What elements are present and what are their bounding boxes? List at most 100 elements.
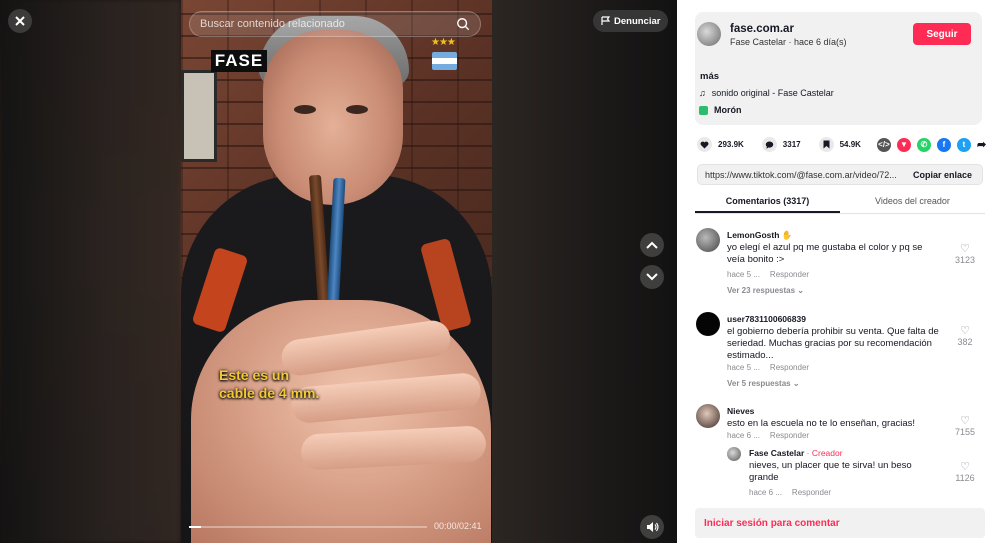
- video-caption: Este es un cable de 4 mm.: [219, 367, 320, 401]
- comment-meta: hace 5 ... Responder: [727, 363, 819, 372]
- details-panel: fase.com.ar Fase Castelar · hace 6 día(s…: [677, 0, 992, 543]
- search-input[interactable]: Buscar contenido relacionado: [189, 11, 481, 37]
- chevron-up-icon: [646, 241, 658, 249]
- bookmark-icon: [823, 140, 830, 149]
- chevron-down-icon: [646, 273, 658, 281]
- commenter-avatar[interactable]: [696, 404, 720, 428]
- embed-icon[interactable]: </>: [876, 137, 891, 152]
- volume-button[interactable]: [640, 515, 664, 539]
- comment-like-count: 3123: [954, 255, 976, 265]
- next-video-button[interactable]: [640, 265, 664, 289]
- location-pin-icon: [699, 105, 708, 115]
- comment-text: yo elegí el azul pq me gustaba el color …: [727, 242, 923, 265]
- commenter-avatar[interactable]: [696, 312, 720, 336]
- reply-button[interactable]: Responder: [770, 270, 809, 279]
- likes-count: 293.9K: [718, 140, 744, 149]
- comment-username[interactable]: Nieves: [727, 406, 754, 416]
- more-link[interactable]: más: [700, 71, 719, 82]
- stars-icon: ★★★: [431, 37, 456, 48]
- comments-count: 3317: [782, 140, 801, 149]
- comment-meta: hace 6 ... Responder: [727, 431, 819, 440]
- tab-comments[interactable]: Comentarios (3317): [695, 196, 840, 213]
- reply-like-count: 1126: [955, 473, 975, 483]
- video-progress-fill: [189, 526, 201, 528]
- copy-link-button[interactable]: Copiar enlace: [903, 170, 982, 180]
- comment-text: el gobierno debería prohibir su venta. Q…: [727, 326, 939, 361]
- reply-username[interactable]: Fase Castelar · Creador: [749, 448, 843, 458]
- reply-meta: hace 6 ... Responder: [749, 488, 841, 497]
- close-button[interactable]: [8, 9, 32, 33]
- report-button[interactable]: Denunciar: [593, 10, 669, 32]
- video-player[interactable]: [181, 0, 492, 543]
- login-to-comment-button[interactable]: Iniciar sesión para comentar: [695, 508, 985, 538]
- comment-button[interactable]: [761, 137, 777, 152]
- comment-time: hace 5 ...: [727, 270, 760, 279]
- comment-like-button[interactable]: ♡ 3123: [945, 242, 985, 265]
- close-icon: [15, 16, 25, 26]
- creator-avatar[interactable]: [727, 447, 741, 461]
- comment-text: esto en la escuela no te lo enseñan, gra…: [727, 418, 916, 429]
- heart-outline-icon: ♡: [960, 415, 970, 427]
- video-progress-bar[interactable]: [189, 526, 427, 528]
- heart-icon: [700, 141, 709, 149]
- reply-button[interactable]: Responder: [792, 488, 831, 497]
- comment-time: hace 5 ...: [727, 363, 760, 372]
- send-icon[interactable]: ▼: [896, 137, 911, 152]
- heart-outline-icon: ♡: [960, 461, 970, 473]
- comment-meta: hace 5 ... Responder: [727, 270, 819, 279]
- comment-like-count: 382: [957, 337, 973, 347]
- heart-outline-icon: ♡: [960, 325, 970, 337]
- video-blur-background-left: [0, 0, 181, 543]
- comment-like-button[interactable]: ♡ 7155: [945, 414, 985, 437]
- reply-text: nieves, un placer que te sirva! un beso …: [749, 460, 912, 483]
- commenter-avatar[interactable]: [696, 228, 720, 252]
- share-link-field[interactable]: https://www.tiktok.com/@fase.com.ar/vide…: [697, 164, 983, 185]
- flag-icon: [601, 16, 610, 25]
- person-eye-left: [294, 105, 316, 114]
- author-avatar[interactable]: [697, 22, 721, 46]
- reply-time: hace 6 ...: [749, 488, 782, 497]
- comment-like-count: 7155: [954, 427, 976, 437]
- reply-like-button[interactable]: ♡ 1126: [945, 460, 985, 483]
- sound-label: sonido original - Fase Castelar: [711, 88, 834, 98]
- whatsapp-icon[interactable]: ✆: [916, 137, 931, 152]
- comment-username[interactable]: LemonGosth ✋: [727, 230, 792, 241]
- search-placeholder: Buscar contenido relacionado: [200, 18, 345, 30]
- search-icon[interactable]: [456, 17, 470, 31]
- badge-icon: ✋: [781, 230, 793, 240]
- person-eye-right: [346, 105, 368, 114]
- comment-time: hace 6 ...: [727, 431, 760, 440]
- save-button[interactable]: [818, 137, 834, 152]
- wall-picture-frame: [181, 70, 217, 162]
- twitter-icon[interactable]: t: [956, 137, 971, 152]
- follow-button[interactable]: Seguir: [913, 23, 971, 45]
- like-button[interactable]: [697, 137, 712, 152]
- previous-video-button[interactable]: [640, 233, 664, 257]
- channel-watermark-logo: FASE: [211, 50, 267, 72]
- tabs: Comentarios (3317) Videos del creador: [695, 196, 985, 214]
- comment-like-button[interactable]: ♡ 382: [945, 324, 985, 347]
- video-time: 00:00/02:41: [434, 521, 482, 531]
- music-note-icon: ♫: [699, 88, 706, 98]
- stats-row: 293.9K 3317 54.9K </> ▼ ✆ f t ➦: [697, 137, 986, 152]
- share-link-url[interactable]: https://www.tiktok.com/@fase.com.ar/vide…: [698, 170, 903, 180]
- location-label: Morón: [714, 105, 742, 115]
- report-label: Denunciar: [614, 15, 661, 27]
- comment-username[interactable]: user7831100606839: [727, 314, 806, 324]
- argentina-flag-icon: [432, 52, 457, 70]
- sound-link[interactable]: ♫ sonido original - Fase Castelar: [699, 88, 834, 98]
- author-handle[interactable]: fase.com.ar: [730, 23, 794, 35]
- view-replies-button[interactable]: Ver 23 respuestas ⌄: [727, 286, 804, 295]
- video-stage: FASE ★★★ Este es un cable de 4 mm. Busca…: [0, 0, 677, 543]
- speaker-icon: [646, 522, 659, 532]
- comment-icon: [765, 141, 774, 149]
- reply-button[interactable]: Responder: [770, 431, 809, 440]
- comments-list[interactable]: LemonGosth ✋ yo elegí el azul pq me gust…: [695, 222, 985, 497]
- location-link[interactable]: Morón: [699, 105, 742, 115]
- tab-creator-videos[interactable]: Videos del creador: [840, 196, 985, 213]
- view-replies-button[interactable]: Ver 5 respuestas ⌄: [727, 379, 800, 388]
- facebook-icon[interactable]: f: [936, 137, 951, 152]
- share-arrow-icon[interactable]: ➦: [977, 138, 986, 151]
- reply-button[interactable]: Responder: [770, 363, 809, 372]
- saves-count: 54.9K: [839, 140, 861, 149]
